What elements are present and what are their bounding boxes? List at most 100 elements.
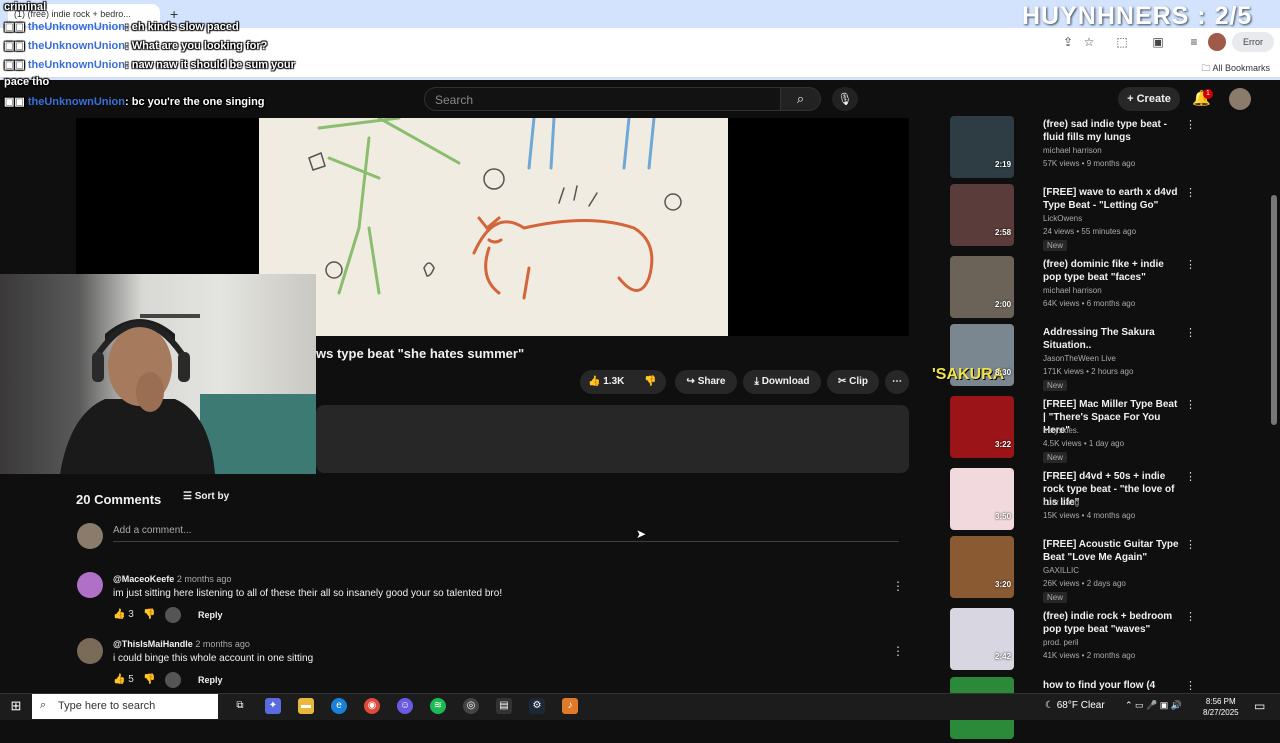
comment-dislike-button[interactable]: 👎 (143, 674, 155, 685)
recommendation-title[interactable]: (free) sad indie type beat - fluid fills… (1043, 118, 1179, 144)
comment-dislike-button[interactable]: 👎 (143, 609, 155, 620)
obs-icon[interactable]: ◎ (463, 698, 479, 714)
chat-username: theUnknownUnion (27, 40, 125, 52)
like-button[interactable]: 👍 1.3K (588, 376, 624, 387)
channel-name[interactable]: michael harrison (1043, 286, 1102, 295)
video-meta: 24 views • 55 minutes ago (1043, 227, 1137, 236)
channel-name[interactable]: JasonTheWeen Live (1043, 354, 1116, 363)
windows-start-icon[interactable]: ⊞ (8, 698, 24, 714)
search-icon: ⌕ (40, 699, 47, 711)
description-box[interactable] (316, 405, 909, 473)
recommendation-item[interactable]: 2:58 [FREE] wave to earth x d4vd Type Bea… (925, 184, 1196, 251)
comment-author[interactable]: @ThisIsMaiHandle 2 months ago (113, 639, 250, 649)
comment-author-avatar[interactable] (77, 638, 103, 664)
video-meta: 26K views • 2 days ago (1043, 579, 1126, 588)
comment-author-avatar[interactable] (77, 572, 103, 598)
more-actions-button[interactable]: ⋯ (885, 370, 909, 394)
recommendation-item[interactable]: 'SAKURA 8:30 Addressing The Sakura Situati… (925, 324, 1196, 391)
recommendation-item[interactable]: 3:22 [FREE] Mac Miller Type Beat | "There… (925, 396, 1196, 463)
recommendation-menu-icon[interactable]: ⋮ (1185, 186, 1196, 199)
channel-name[interactable]: Luar Lang (1043, 498, 1079, 507)
create-button[interactable]: + Create (1118, 87, 1180, 111)
channel-name[interactable]: GAXILLIC (1043, 566, 1079, 575)
discord-icon[interactable]: ☺ (397, 698, 413, 714)
copilot-icon[interactable]: ✦ (265, 698, 281, 714)
recommendation-menu-icon[interactable]: ⋮ (1185, 679, 1196, 692)
weather-widget[interactable]: ☾ 68°F Clear (1045, 700, 1105, 711)
comment-like-button[interactable]: 👍 5 (113, 674, 134, 685)
download-button[interactable]: ⤓ Download (743, 370, 821, 394)
comment-author[interactable]: @MaceoKeefe 2 months ago (113, 574, 231, 584)
recommendation-menu-icon[interactable]: ⋮ (1185, 398, 1196, 411)
fl-studio-icon[interactable]: ♪ (562, 698, 578, 714)
thumbs-down-icon: 👎 (143, 609, 156, 620)
comment-menu-icon[interactable]: ⋮ (892, 644, 904, 658)
steam-icon[interactable]: ⚙ (529, 698, 545, 714)
recommendation-menu-icon[interactable]: ⋮ (1185, 538, 1196, 551)
taskbar-search-input[interactable]: Type here to search (32, 694, 218, 719)
recommendation-title[interactable]: [FREE] wave to earth x d4vd Type Beat - … (1043, 186, 1179, 212)
new-badge: New (1043, 592, 1068, 603)
browser-profile-avatar[interactable] (1208, 33, 1226, 51)
video-duration: 3:22 (995, 440, 1012, 449)
system-tray-icons[interactable]: ⌃ ▭ 🎤 ▣ 🔊 (1125, 700, 1182, 711)
chat-message: : bc you're the one singing (125, 96, 265, 108)
share-button[interactable]: ↪ Share (675, 370, 737, 394)
new-badge: New (1043, 452, 1068, 463)
comment-like-button[interactable]: 👍 3 (113, 609, 134, 620)
recommendation-item[interactable]: 3:50 [FREE] d4vd + 50s + indie rock type … (925, 468, 1196, 534)
install-app-icon[interactable]: ⇪ (1060, 34, 1076, 50)
search-input[interactable]: Search (424, 87, 781, 111)
extensions-icon[interactable]: ⬚ (1114, 34, 1130, 50)
all-bookmarks-button[interactable]: 🗀 All Bookmarks (1201, 61, 1270, 77)
account-avatar[interactable] (1229, 88, 1251, 110)
comment-menu-icon[interactable]: ⋮ (892, 579, 904, 593)
video-frame[interactable] (259, 116, 728, 336)
recommendation-title[interactable]: (free) dominic fike + indie pop type bea… (1043, 258, 1179, 284)
notification-center-icon[interactable]: ▭ (1254, 699, 1265, 713)
clock-date: 8/27/2025 (1203, 708, 1239, 717)
spotify-icon[interactable]: ≋ (430, 698, 446, 714)
clip-button[interactable]: ✂ Clip (827, 370, 879, 394)
recommendation-item[interactable]: 2:19 (free) sad indie type beat - fluid f… (925, 116, 1196, 182)
reply-button[interactable]: Reply (198, 675, 223, 685)
side-panel-icon[interactable]: ▣ (1150, 34, 1166, 50)
new-badge: New (1043, 380, 1068, 391)
dislike-button[interactable]: 👎 (644, 370, 656, 394)
recommendation-menu-icon[interactable]: ⋮ (1185, 326, 1196, 339)
recommendation-menu-icon[interactable]: ⋮ (1185, 258, 1196, 271)
media-control-icon[interactable]: ≡ (1186, 34, 1202, 50)
recommendation-title[interactable]: (free) indie rock + bedroom pop type bea… (1043, 610, 1179, 636)
channel-name[interactable]: prod. peril (1043, 638, 1079, 647)
channel-name[interactable]: eeryskies. (1043, 426, 1079, 435)
recommendation-menu-icon[interactable]: ⋮ (1185, 610, 1196, 623)
channel-name[interactable]: michael harrison (1043, 146, 1102, 155)
task-view-icon[interactable]: ⧉ (232, 698, 248, 714)
video-meta: 171K views • 2 hours ago (1043, 367, 1134, 376)
search-button[interactable]: ⌕ (781, 87, 821, 111)
add-comment-input[interactable]: Add a comment... (113, 525, 899, 542)
all-bookmarks-label: All Bookmarks (1212, 63, 1270, 73)
recommendation-title[interactable]: [FREE] Acoustic Guitar Type Beat "Love M… (1043, 538, 1179, 564)
recommendation-item[interactable]: 2:00 (free) dominic fike + indie pop type… (925, 256, 1196, 322)
voice-search-button[interactable]: 🎙 (832, 87, 858, 111)
edge-icon[interactable]: e (331, 698, 347, 714)
error-button[interactable]: Error (1232, 32, 1274, 52)
sort-by-button[interactable]: ☰ Sort by (183, 491, 229, 502)
recommendation-menu-icon[interactable]: ⋮ (1185, 118, 1196, 131)
channel-name[interactable]: LickOwens (1043, 214, 1082, 223)
app-icon[interactable]: ▤ (496, 698, 512, 714)
share-icon: ↪ (686, 376, 695, 387)
recommendation-menu-icon[interactable]: ⋮ (1185, 470, 1196, 483)
recommendation-item[interactable]: 3:20 [FREE] Acoustic Guitar Type Beat "Lo… (925, 536, 1196, 603)
video-meta: 41K views • 2 months ago (1043, 651, 1136, 660)
file-explorer-icon[interactable]: ▬ (298, 698, 314, 714)
recommendation-item[interactable]: 2:42 (free) indie rock + bedroom pop type… (925, 608, 1196, 674)
bookmark-star-icon[interactable]: ☆ (1081, 34, 1097, 50)
comment-time: 2 months ago (195, 639, 250, 649)
page-scrollbar[interactable] (1271, 195, 1277, 425)
recommendation-title[interactable]: Addressing The Sakura Situation.. (1043, 326, 1179, 352)
reply-button[interactable]: Reply (198, 610, 223, 620)
chrome-icon[interactable]: ◉ (364, 698, 380, 714)
taskbar-clock[interactable]: 8:56 PM 8/27/2025 (1203, 696, 1239, 718)
